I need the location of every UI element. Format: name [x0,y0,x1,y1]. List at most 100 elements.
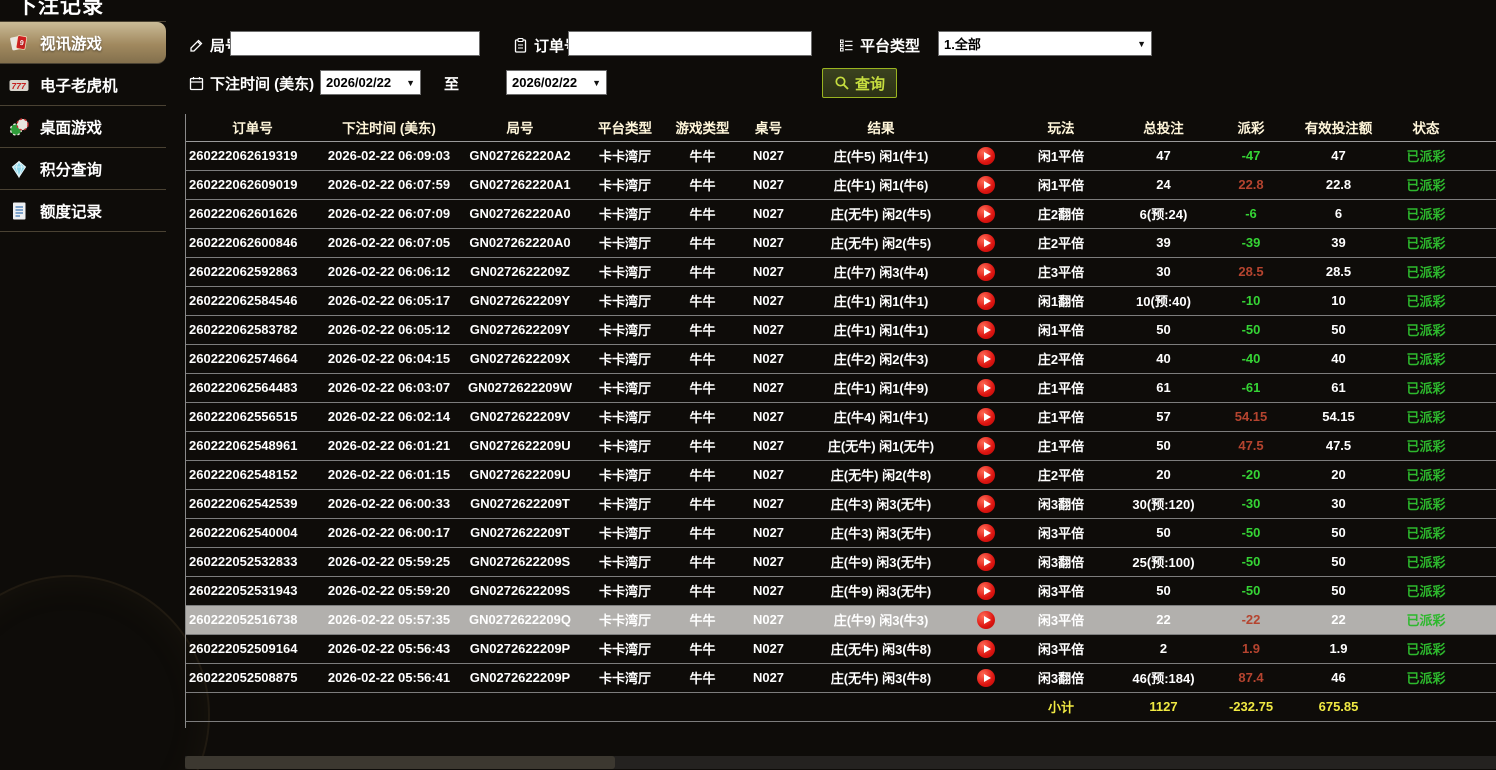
table-row[interactable]: 2602220625565152026-02-22 06:02:14GN0272… [186,402,1496,431]
table-row[interactable]: 2602220625845462026-02-22 06:05:17GN0272… [186,286,1496,315]
cell-play: 庄1平倍 [1011,431,1111,460]
replay-play-button[interactable] [977,379,995,397]
replay-play-button[interactable] [977,553,995,571]
replay-play-button[interactable] [977,147,995,165]
cell-time: 2026-02-22 05:59:20 [319,576,459,605]
cell-table_no: N027 [736,547,801,576]
cell-status: 已派彩 [1391,460,1461,489]
replay-play-button[interactable] [977,292,995,310]
table-row[interactable]: 2602220625425392026-02-22 06:00:33GN0272… [186,489,1496,518]
col-header-8: 玩法 [1011,114,1111,141]
cell-result: 庄(牛1) 闲1(牛1) [801,315,961,344]
table-row[interactable]: 2602220525328332026-02-22 05:59:25GN0272… [186,547,1496,576]
cell-table_no: N027 [736,634,801,663]
cell-round: GN0272622209U [459,460,581,489]
cell-result: 庄(无牛) 闲1(无牛) [801,431,961,460]
table-row[interactable]: 2602220626008462026-02-22 06:07:05GN0272… [186,228,1496,257]
horizontal-scrollbar[interactable] [185,756,1496,769]
cell-extra [1461,547,1496,576]
cell-game: 牛牛 [669,170,736,199]
query-button[interactable]: 查询 [822,68,897,98]
table-row[interactable]: 2602220625481522026-02-22 06:01:15GN0272… [186,460,1496,489]
cell-game: 牛牛 [669,199,736,228]
platform-type-select[interactable]: 1.全部 ▼ [938,31,1152,56]
cell-round: GN0272622209S [459,547,581,576]
cell-game: 牛牛 [669,518,736,547]
table-row[interactable]: 2602220525319432026-02-22 05:59:20GN0272… [186,576,1496,605]
cell-status: 已派彩 [1391,576,1461,605]
table-row[interactable]: 2602220625928632026-02-22 06:06:12GN0272… [186,257,1496,286]
table-row[interactable]: 2602220525088752026-02-22 05:56:41GN0272… [186,663,1496,692]
cell-play: 闲3平倍 [1011,605,1111,634]
replay-play-button[interactable] [977,669,995,687]
cell-extra [1461,228,1496,257]
table-row[interactable]: 2602220626090192026-02-22 06:07:59GN0272… [186,170,1496,199]
table-row[interactable]: 2602220525091642026-02-22 05:56:43GN0272… [186,634,1496,663]
replay-play-button[interactable] [977,350,995,368]
sidebar-item-3[interactable]: 积分查询 [0,148,166,190]
clipboard-icon [512,37,529,54]
cell-extra [1461,344,1496,373]
cell-platform: 卡卡湾厅 [581,489,669,518]
replay-play-button[interactable] [977,582,995,600]
cell-platform: 卡卡湾厅 [581,547,669,576]
cell-extra [1461,199,1496,228]
cell-payout: -50 [1216,518,1286,547]
cell-result: 庄(牛9) 闲3(无牛) [801,547,961,576]
replay-play-button[interactable] [977,524,995,542]
sidebar-item-4[interactable]: 额度记录 [0,190,166,232]
round-number-input[interactable] [230,31,480,56]
replay-play-button[interactable] [977,640,995,658]
cell-result: 庄(无牛) 闲2(牛5) [801,228,961,257]
replay-play-button[interactable] [977,321,995,339]
cell-table_no: N027 [736,663,801,692]
table-row[interactable]: 2602220525167382026-02-22 05:57:35GN0272… [186,605,1496,634]
cell-round: GN0272622209U [459,431,581,460]
cell-payout: -6 [1216,199,1286,228]
table-row[interactable]: 2602220626193192026-02-22 06:09:03GN0272… [186,141,1496,170]
replay-play-button[interactable] [977,495,995,513]
cell-time: 2026-02-22 06:05:17 [319,286,459,315]
summary-label: 总计 [1011,721,1111,728]
date-from-select[interactable]: 2026/02/22 ▼ [320,70,421,95]
cell-round: GN0272622209V [459,402,581,431]
cell-time: 2026-02-22 06:07:09 [319,199,459,228]
cell-order: 260222062540004 [186,518,319,547]
replay-play-button[interactable] [977,176,995,194]
summary-total-bet: 1127 [1111,721,1216,728]
cell-payout: -50 [1216,547,1286,576]
table-row[interactable]: 2602220625644832026-02-22 06:03:07GN0272… [186,373,1496,402]
cell-play: 庄2平倍 [1011,460,1111,489]
replay-play-button[interactable] [977,611,995,629]
sidebar-item-0[interactable]: 9视讯游戏 [0,22,166,64]
replay-play-button[interactable] [977,408,995,426]
cell-result: 庄(牛9) 闲3(无牛) [801,576,961,605]
cell-result: 庄(无牛) 闲3(牛8) [801,634,961,663]
table-row[interactable]: 2602220625400042026-02-22 06:00:17GN0272… [186,518,1496,547]
date-to-select[interactable]: 2026/02/22 ▼ [506,70,607,95]
table-row[interactable]: 2602220625489612026-02-22 06:01:21GN0272… [186,431,1496,460]
sidebar-item-label: 电子老虎机 [40,74,118,96]
replay-play-button[interactable] [977,205,995,223]
scrollbar-thumb[interactable] [185,756,615,769]
sidebar-item-2[interactable]: 桌面游戏 [0,106,166,148]
cell-game: 牛牛 [669,315,736,344]
cell-status: 已派彩 [1391,402,1461,431]
replay-play-button[interactable] [977,263,995,281]
table-row[interactable]: 2602220625746642026-02-22 06:04:15GN0272… [186,344,1496,373]
cell-extra [1461,402,1496,431]
cell-bet: 50 [1111,518,1216,547]
replay-play-button[interactable] [977,234,995,252]
replay-play-button[interactable] [977,466,995,484]
cell-play: 庄2平倍 [1011,344,1111,373]
replay-play-button[interactable] [977,437,995,455]
sidebar-item-1[interactable]: 777电子老虎机 [0,64,166,106]
table-row[interactable]: 2602220625837822026-02-22 06:05:12GN0272… [186,315,1496,344]
cell-bet: 25(预:100) [1111,547,1216,576]
order-number-input[interactable] [568,31,812,56]
cell-table_no: N027 [736,518,801,547]
cell-bet: 57 [1111,402,1216,431]
cell-game: 牛牛 [669,257,736,286]
table-row[interactable]: 2602220626016262026-02-22 06:07:09GN0272… [186,199,1496,228]
cell-platform: 卡卡湾厅 [581,315,669,344]
